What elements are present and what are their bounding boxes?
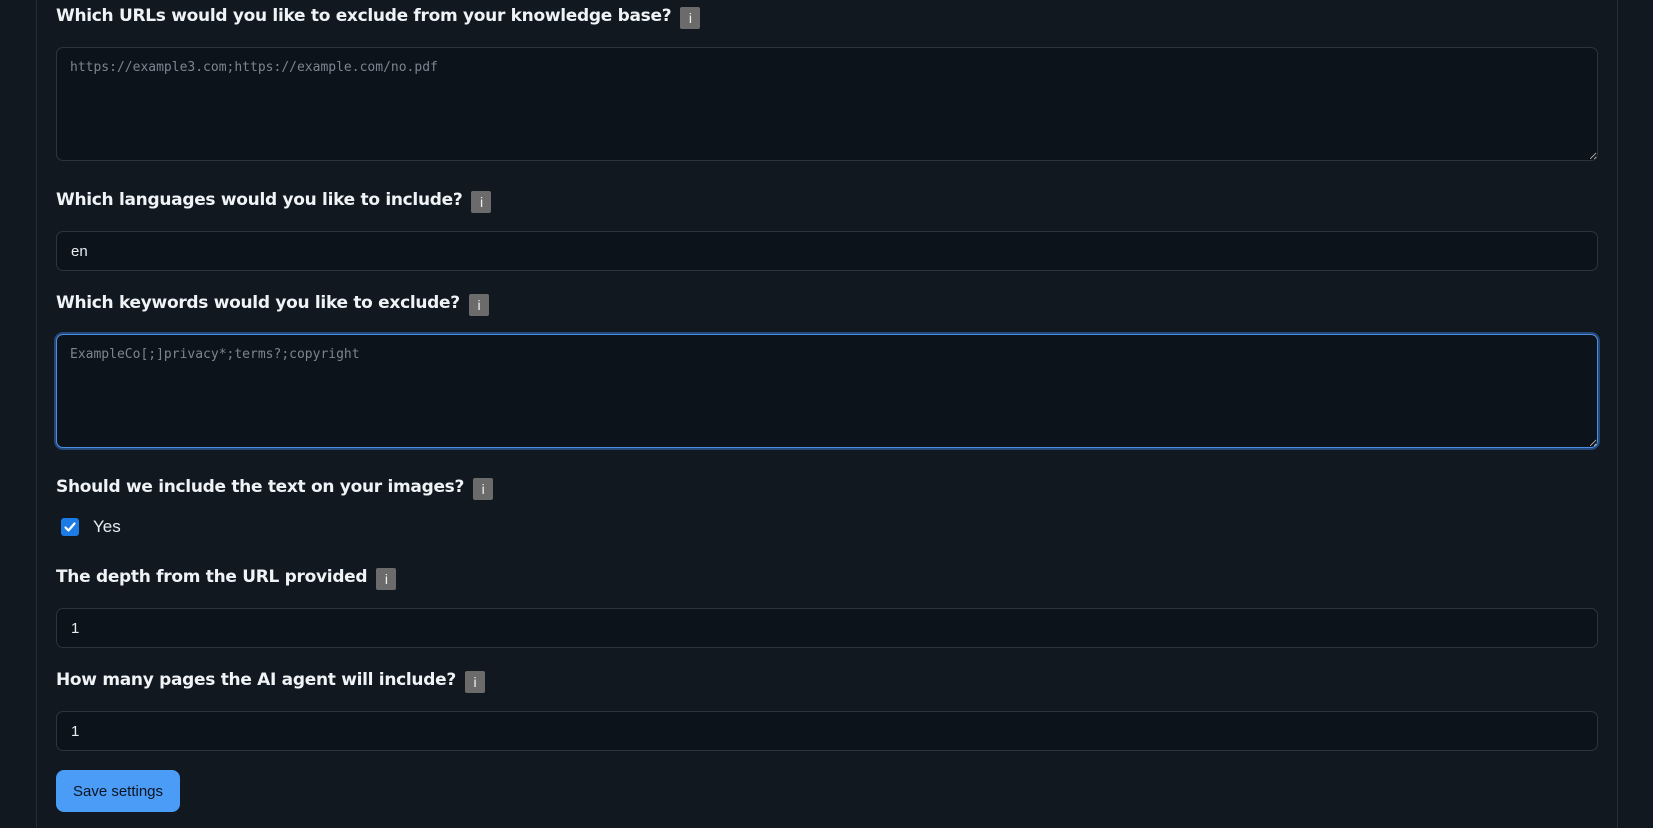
info-icon[interactable]: i (680, 7, 701, 29)
save-settings-button[interactable]: Save settings (56, 770, 180, 812)
exclude-urls-field: Which URLs would you like to exclude fro… (56, 4, 1598, 166)
info-icon[interactable]: i (468, 294, 489, 316)
depth-label-text: The depth from the URL provided (56, 567, 368, 587)
pages-field: How many pages the AI agent will include… (56, 668, 1598, 751)
info-icon[interactable]: i (376, 568, 397, 590)
exclude-keywords-textarea[interactable] (56, 334, 1598, 448)
depth-input[interactable] (56, 608, 1598, 648)
include-image-text-label: Should we include the text on your image… (56, 475, 1598, 500)
exclude-urls-label: Which URLs would you like to exclude fro… (56, 4, 1598, 29)
exclude-urls-label-text: Which URLs would you like to exclude fro… (56, 6, 672, 26)
depth-label: The depth from the URL provided i (56, 565, 1598, 590)
exclude-keywords-label-text: Which keywords would you like to exclude… (56, 293, 460, 313)
depth-field: The depth from the URL provided i (56, 565, 1598, 648)
include-image-text-checkbox-row[interactable]: Yes (56, 517, 1598, 537)
languages-input[interactable] (56, 231, 1598, 271)
pages-label: How many pages the AI agent will include… (56, 668, 1598, 693)
exclude-keywords-field: Which keywords would you like to exclude… (56, 291, 1598, 453)
include-image-text-checkbox[interactable] (61, 518, 79, 536)
languages-label-text: Which languages would you like to includ… (56, 190, 463, 210)
include-image-text-label-text: Should we include the text on your image… (56, 477, 465, 497)
info-icon[interactable]: i (473, 478, 494, 500)
pages-input[interactable] (56, 711, 1598, 751)
exclude-urls-textarea[interactable] (56, 47, 1598, 161)
info-icon[interactable]: i (464, 671, 485, 693)
languages-label: Which languages would you like to includ… (56, 188, 1598, 213)
checkmark-icon (64, 522, 76, 532)
pages-label-text: How many pages the AI agent will include… (56, 670, 456, 690)
include-image-text-checkbox-label[interactable]: Yes (93, 517, 121, 537)
languages-field: Which languages would you like to includ… (56, 188, 1598, 271)
exclude-keywords-label: Which keywords would you like to exclude… (56, 291, 1598, 316)
include-image-text-field: Should we include the text on your image… (56, 475, 1598, 537)
info-icon[interactable]: i (471, 191, 492, 213)
